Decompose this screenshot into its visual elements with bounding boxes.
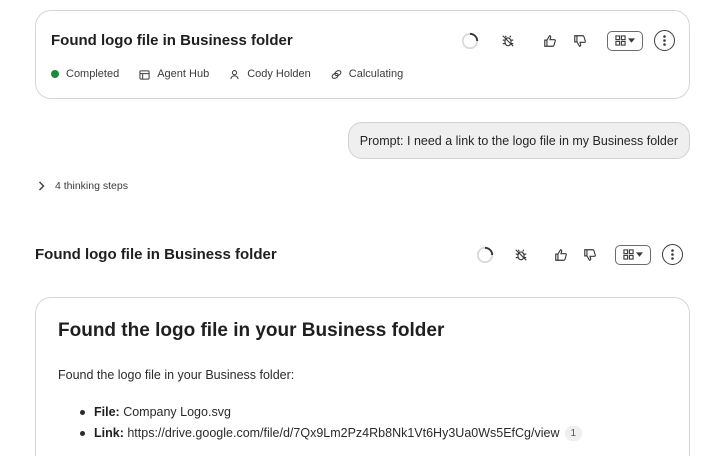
- answer-intro: Found the logo file in your Business fol…: [58, 368, 295, 382]
- hub-item[interactable]: Agent Hub: [139, 68, 209, 80]
- answer-list: File: Company Logo.svg Link: https://dri…: [78, 402, 583, 444]
- more-vertical-icon[interactable]: [662, 244, 683, 265]
- user-item[interactable]: Cody Holden: [229, 68, 311, 80]
- debug-off-icon[interactable]: [501, 34, 515, 48]
- drive-link[interactable]: https://drive.google.com/file/d/7Qx9Lm2P…: [127, 426, 559, 440]
- prompt-text: Prompt: I need a link to the logo file i…: [359, 133, 678, 148]
- thumbs-up-icon[interactable]: [554, 248, 568, 262]
- task-meta: Completed Agent Hub Cody Holden Calculat…: [51, 68, 423, 80]
- prompt-bubble: Prompt: I need a link to the logo file i…: [347, 122, 690, 159]
- layout-grid-icon[interactable]: [615, 244, 651, 265]
- list-item: Link: https://drive.google.com/file/d/7Q…: [78, 423, 583, 444]
- coins-icon: [331, 69, 342, 80]
- file-label: File:: [94, 405, 120, 419]
- chevron-right-icon: [38, 181, 45, 191]
- thinking-steps-label: 4 thinking steps: [55, 180, 128, 192]
- thumbs-down-icon[interactable]: [583, 248, 597, 262]
- cost-label: Calculating: [348, 68, 404, 80]
- task-summary-card: Found logo file in Business folder Compl…: [35, 10, 690, 99]
- debug-off-icon[interactable]: [514, 248, 528, 262]
- citation-badge[interactable]: 1: [564, 426, 583, 442]
- answer-card: Found the logo file in your Business fol…: [35, 297, 690, 456]
- answer-heading: Found the logo file in your Business fol…: [58, 320, 445, 341]
- user-label: Cody Holden: [247, 68, 311, 80]
- hub-label: Agent Hub: [157, 68, 210, 80]
- thinking-steps-toggle[interactable]: 4 thinking steps: [38, 180, 128, 192]
- user-icon: [229, 69, 240, 80]
- link-label: Link:: [94, 426, 124, 440]
- file-value: Company Logo.svg: [123, 405, 231, 419]
- status-dot-icon: [51, 70, 59, 78]
- loading-spinner-icon: [461, 32, 479, 50]
- thumbs-up-icon[interactable]: [543, 34, 557, 48]
- cost-item: Calculating: [331, 68, 403, 80]
- status-badge: Completed: [51, 68, 119, 80]
- loading-spinner-icon: [476, 246, 494, 264]
- task-toolbar: [461, 30, 675, 51]
- response-title: Found logo file in Business folder: [35, 246, 277, 263]
- thumbs-down-icon[interactable]: [573, 34, 587, 48]
- calendar-icon: [139, 69, 150, 80]
- response-toolbar: [476, 244, 683, 265]
- task-title: Found logo file in Business folder: [51, 32, 293, 49]
- more-vertical-icon[interactable]: [654, 30, 675, 51]
- layout-grid-icon[interactable]: [607, 30, 643, 51]
- list-item: File: Company Logo.svg: [78, 402, 582, 423]
- status-label: Completed: [66, 68, 120, 80]
